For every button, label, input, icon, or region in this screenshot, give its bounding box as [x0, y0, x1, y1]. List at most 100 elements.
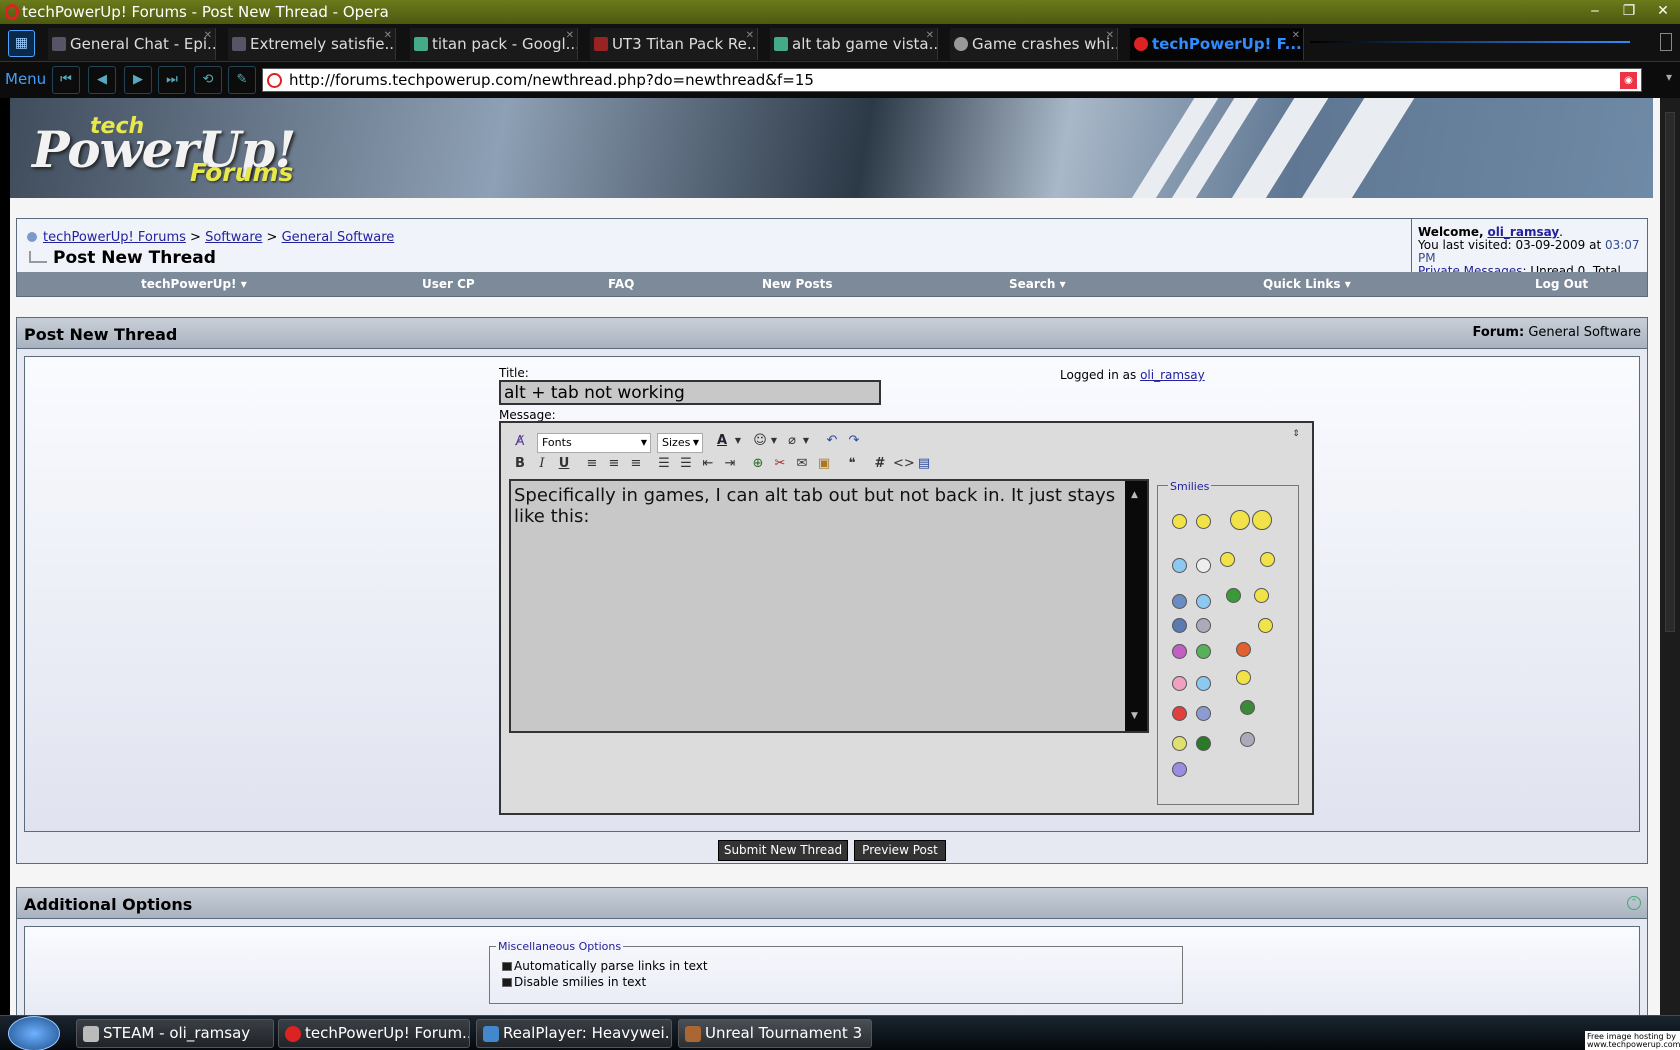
remove-link-icon[interactable]: ✂ [771, 455, 789, 473]
minimize-button[interactable]: ‒ [1578, 0, 1612, 22]
grin-icon[interactable] [1196, 514, 1211, 529]
logged-in-user-link[interactable]: oli_ramsay [1140, 368, 1205, 382]
insert-image-icon[interactable]: ▣ [815, 455, 833, 473]
resize-editor-icon[interactable]: ⇕ [1287, 429, 1305, 447]
tab-close-icon[interactable]: ✕ [746, 28, 754, 52]
couple-icon[interactable] [1220, 552, 1235, 567]
quote-icon[interactable]: ❝ [843, 455, 861, 473]
message-text[interactable]: Specifically in games, I can alt tab out… [514, 485, 1115, 527]
laugh-icon[interactable] [1258, 618, 1273, 633]
tab-close-icon[interactable]: ✕ [566, 28, 574, 52]
address-dropdown-icon[interactable]: ▾ [1666, 70, 1672, 84]
tab-titan-pack-google[interactable]: titan pack - Googl... ✕ [410, 28, 578, 60]
php-code-icon[interactable]: ▤ [915, 455, 933, 473]
task-realplayer[interactable]: RealPlayer: Heavywei... [476, 1019, 672, 1048]
tab-ut3-titan-pack[interactable]: UT3 Titan Pack Re... ✕ [590, 28, 758, 60]
close-button[interactable]: ✕ [1646, 0, 1680, 22]
page-scrollbar[interactable] [1660, 98, 1680, 1015]
edit-icon[interactable]: ✎ [228, 66, 256, 94]
chevron-down-icon[interactable]: ▼ [797, 432, 815, 450]
ordered-list-icon[interactable]: ☰ [655, 455, 673, 473]
start-button[interactable] [8, 1016, 60, 1050]
back-icon[interactable]: ◀ [88, 66, 116, 94]
size-select[interactable]: Sizes ▼ [657, 433, 703, 453]
confused-icon[interactable] [1196, 594, 1211, 609]
nav-quick-links[interactable]: Quick Links ▾ [1263, 277, 1351, 291]
indent-icon[interactable]: ⇥ [721, 455, 739, 473]
tab-extremely-satisfied[interactable]: Extremely satisfie... ✕ [228, 28, 396, 60]
alien-icon[interactable] [1226, 588, 1241, 603]
italic-icon[interactable]: I [533, 455, 551, 473]
tab-close-icon[interactable]: ✕ [1292, 28, 1300, 52]
nav-search[interactable]: Search ▾ [1009, 277, 1066, 291]
cool-icon[interactable] [1196, 558, 1211, 573]
nav-techpowerup[interactable]: techPowerUp! ▾ [141, 277, 247, 291]
hug-icon[interactable] [1252, 510, 1272, 530]
breadcrumb-general-software-link[interactable]: General Software [282, 230, 395, 245]
submit-new-thread-button[interactable]: Submit New Thread [718, 840, 848, 861]
remove-format-icon[interactable]: A̸ [511, 433, 529, 451]
tab-close-icon[interactable]: ✕ [1106, 28, 1114, 52]
nav-user-cp[interactable]: User CP [422, 277, 475, 291]
tab-close-icon[interactable]: ✕ [384, 28, 392, 52]
tab-techpowerup-active[interactable]: techPowerUp! F... ✕ [1130, 28, 1304, 60]
welcome-username-link[interactable]: oli_ramsay [1487, 225, 1559, 239]
fast-forward-icon[interactable]: ⏭ [158, 66, 186, 94]
breadcrumb-software-link[interactable]: Software [205, 230, 262, 245]
task-unreal-tournament[interactable]: Unreal Tournament 3 [678, 1019, 872, 1048]
tab-game-crashes[interactable]: Game crashes whi... ✕ [950, 28, 1118, 60]
align-center-icon[interactable]: ≡ [605, 455, 623, 473]
nav-new-posts[interactable]: New Posts [762, 277, 833, 291]
underline-icon[interactable]: U [555, 455, 573, 473]
worried-icon[interactable] [1172, 762, 1187, 777]
message-textarea[interactable]: Specifically in games, I can alt tab out… [509, 479, 1149, 733]
mad-icon[interactable] [1172, 706, 1187, 721]
parse-links-option[interactable]: Automatically parse links in text [502, 959, 708, 973]
menu-button[interactable]: Menu [5, 70, 46, 88]
unordered-list-icon[interactable]: ☰ [677, 455, 695, 473]
disable-smilies-option[interactable]: Disable smilies in text [502, 975, 646, 989]
blush-icon[interactable] [1172, 676, 1187, 691]
breadcrumb-home-link[interactable]: techPowerUp! Forums [43, 230, 186, 245]
tab-close-icon[interactable]: ✕ [926, 28, 934, 52]
collapse-icon[interactable]: ⌃ [1627, 896, 1641, 910]
wink-icon[interactable] [1172, 558, 1187, 573]
font-select[interactable]: Fonts ▼ [537, 433, 651, 453]
toast-icon[interactable] [1196, 736, 1211, 751]
bold-icon[interactable]: B [511, 455, 529, 473]
tab-close-icon[interactable]: ✕ [204, 28, 212, 52]
maximize-button[interactable]: ❐ [1612, 0, 1646, 22]
wave-icon[interactable] [1236, 670, 1251, 685]
forward-icon[interactable]: ▶ [124, 66, 152, 94]
shh-icon[interactable] [1196, 706, 1211, 721]
chevron-down-icon[interactable]: ▼ [765, 432, 783, 450]
panels-grid-icon[interactable]: ▦ [8, 30, 35, 57]
rss-feed-icon[interactable]: ◉ [1620, 72, 1637, 89]
tab-general-chat[interactable]: General Chat - Epi... ✕ [48, 28, 216, 60]
frown-icon[interactable] [1172, 618, 1187, 633]
robin-hood-icon[interactable] [1240, 700, 1255, 715]
octopus-icon[interactable] [1240, 732, 1255, 747]
couple-icon[interactable] [1260, 552, 1275, 567]
html-code-icon[interactable]: <> [893, 455, 915, 473]
crazy-icon[interactable] [1172, 736, 1187, 751]
trash-icon[interactable] [1660, 33, 1672, 51]
task-opera[interactable]: techPowerUp! Forum... [278, 1019, 470, 1048]
title-input[interactable] [499, 380, 881, 405]
chevron-down-icon[interactable]: ▼ [729, 432, 747, 450]
smile-icon[interactable] [1172, 514, 1187, 529]
align-left-icon[interactable]: ≡ [583, 455, 601, 473]
message-scrollbar[interactable]: ▲ ▼ [1125, 481, 1147, 731]
address-bar[interactable]: http://forums.techpowerup.com/newthread.… [262, 68, 1642, 92]
sick-icon[interactable] [1196, 644, 1211, 659]
dance-icon[interactable] [1254, 588, 1269, 603]
rolleyes-icon[interactable] [1196, 618, 1211, 633]
task-steam[interactable]: STEAM - oli_ramsay [76, 1019, 274, 1048]
hug-icon[interactable] [1230, 510, 1250, 530]
tab-alt-tab-game-vista[interactable]: alt tab game vista... ✕ [770, 28, 938, 60]
eek-icon[interactable] [1172, 594, 1187, 609]
disable-smilies-checkbox[interactable] [502, 978, 512, 987]
redo-icon[interactable]: ↷ [845, 432, 863, 450]
insert-link-icon[interactable]: ⊕ [749, 455, 767, 473]
code-hash-icon[interactable]: # [871, 455, 889, 473]
